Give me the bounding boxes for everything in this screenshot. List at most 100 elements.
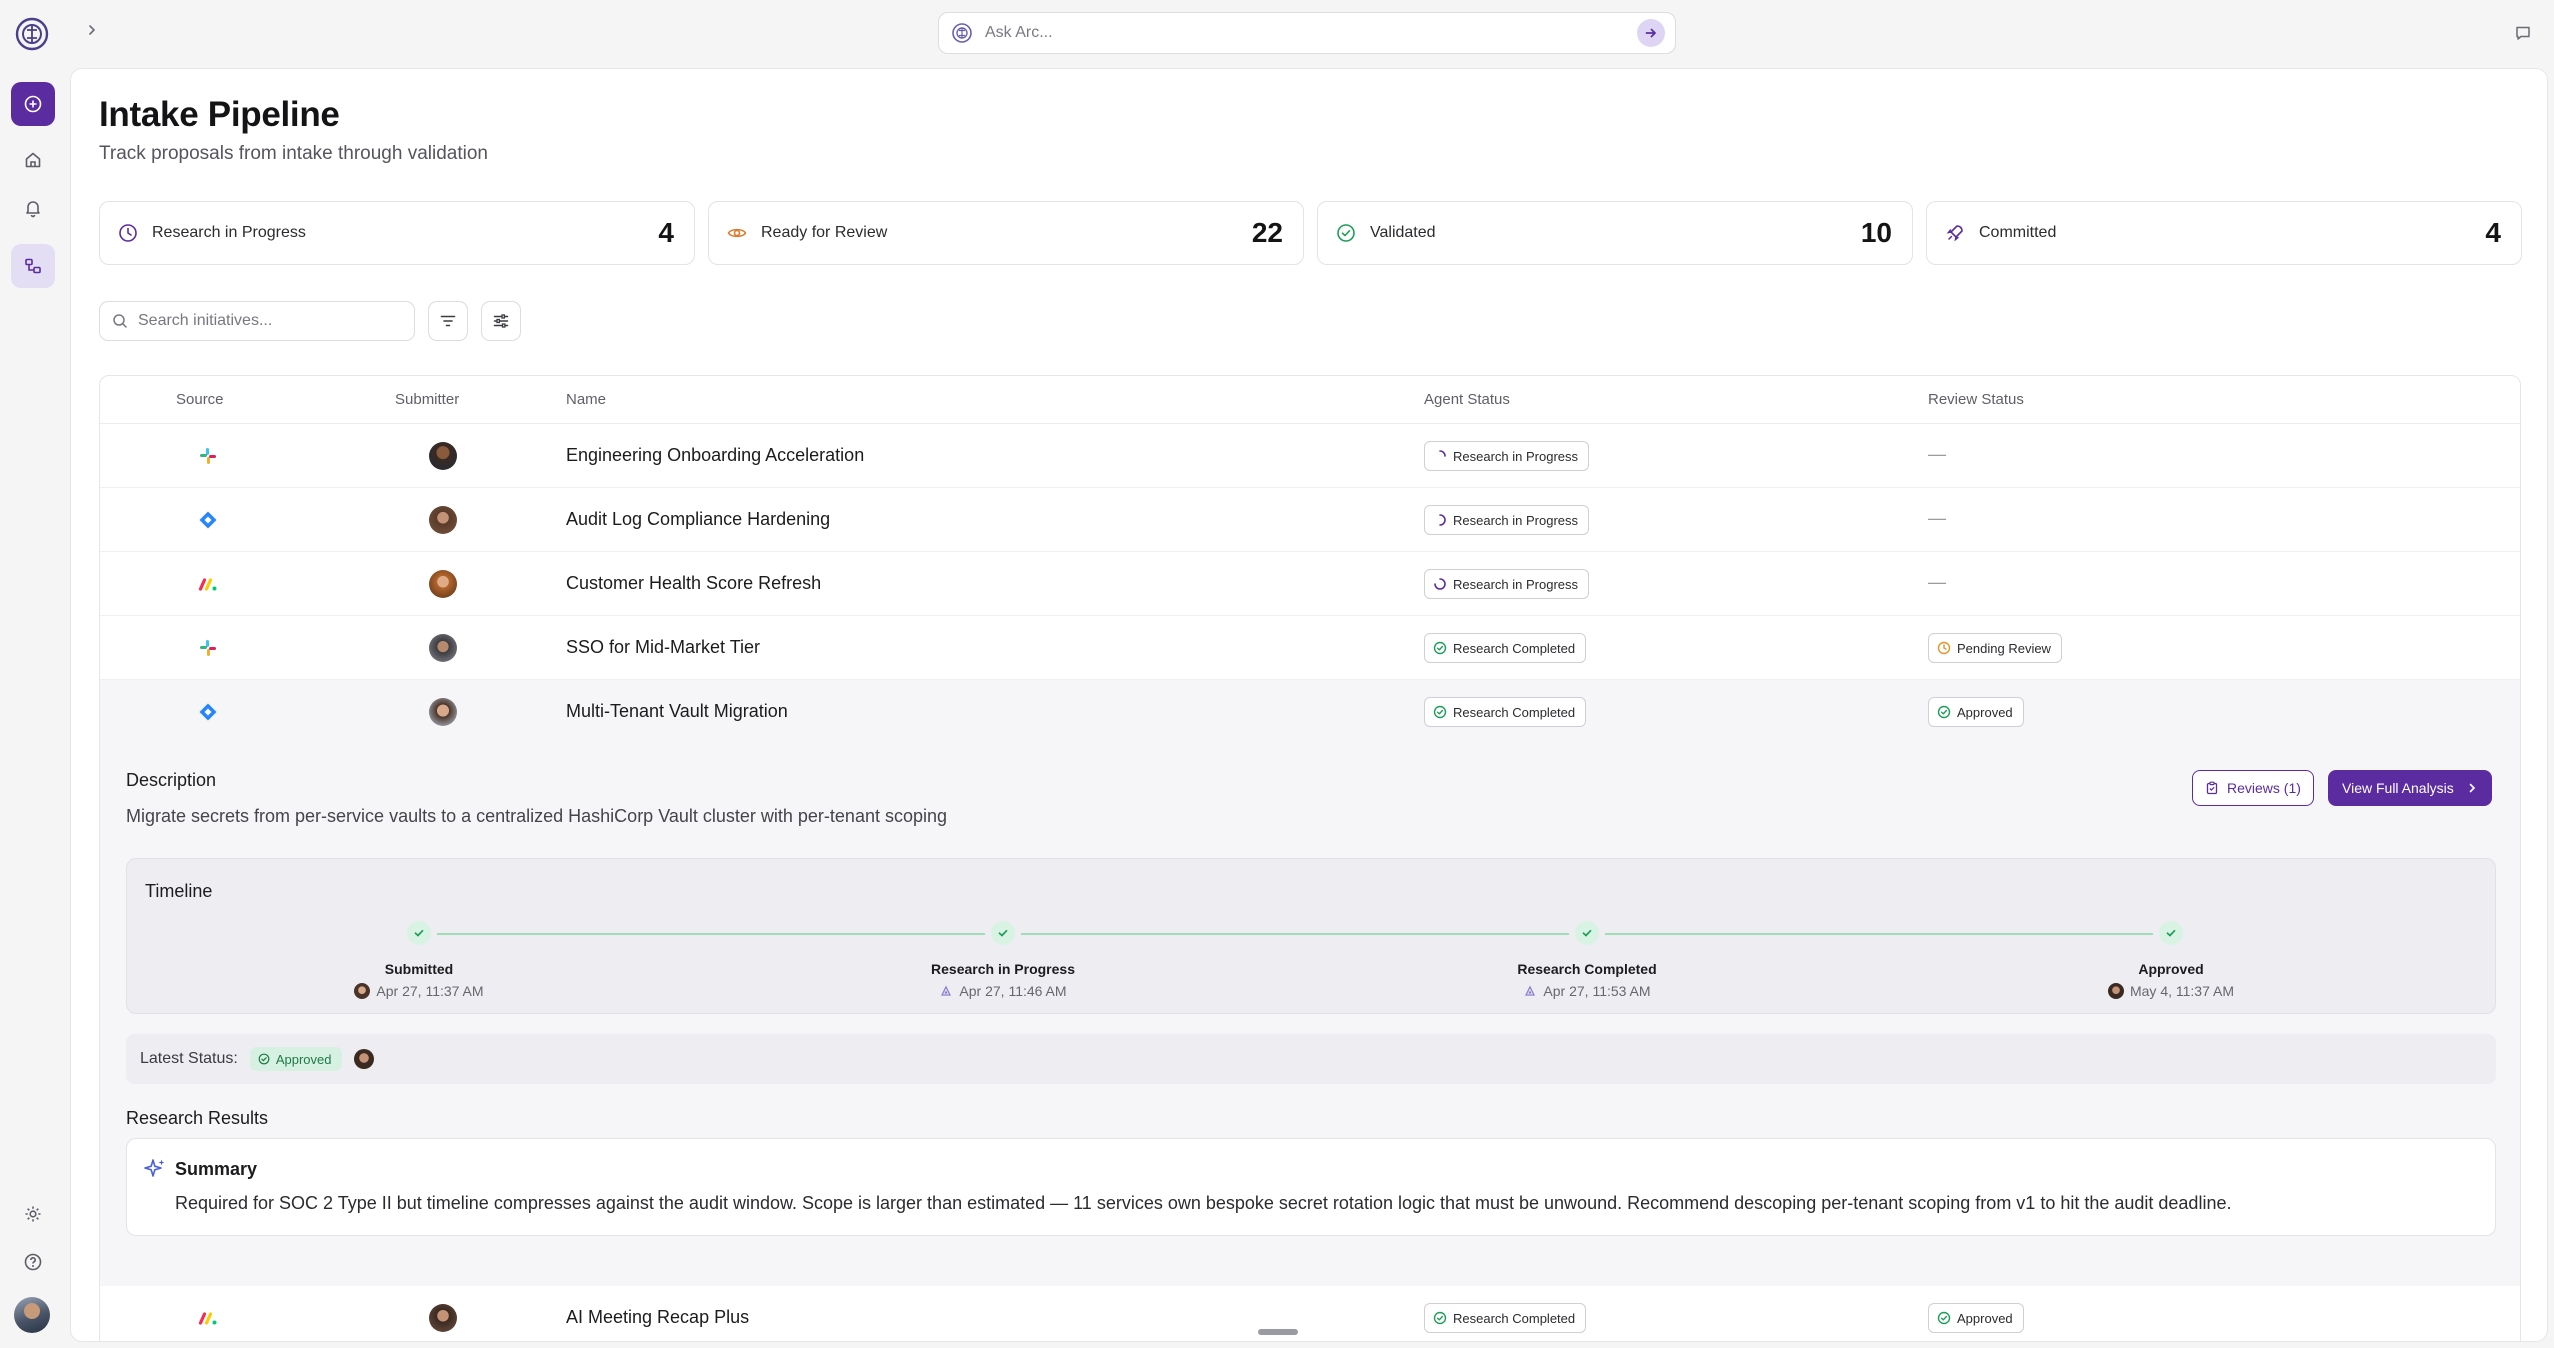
initiative-name: Multi-Tenant Vault Migration bbox=[566, 701, 788, 721]
left-rail bbox=[0, 0, 68, 1348]
eye-icon bbox=[725, 221, 749, 245]
pipeline-icon bbox=[25, 258, 41, 274]
nav-home[interactable] bbox=[11, 138, 55, 182]
timeline-connector bbox=[1605, 933, 2153, 935]
initiative-name: Audit Log Compliance Hardening bbox=[566, 509, 831, 529]
timeline-card: Timeline Submitted Research in Progress … bbox=[126, 858, 2496, 1014]
new-button[interactable] bbox=[11, 82, 55, 126]
search-input[interactable] bbox=[138, 312, 402, 330]
monday-icon bbox=[198, 1312, 217, 1325]
submitter-avatar bbox=[429, 698, 457, 726]
timeline-node-check bbox=[2159, 921, 2183, 945]
summary-text: Required for SOC 2 Type II but timeline … bbox=[175, 1193, 2232, 1213]
agent-status-badge: Research Completed bbox=[1424, 697, 1587, 727]
check-circle-icon bbox=[1937, 1311, 1951, 1325]
badge-label: Research Completed bbox=[1453, 640, 1576, 656]
jira-icon bbox=[199, 703, 217, 721]
table-row[interactable]: AI Meeting Recap Plus Research Completed… bbox=[100, 1286, 2520, 1341]
agent-icon bbox=[941, 985, 952, 996]
arrow-right-icon bbox=[1645, 28, 1656, 38]
view-settings-button[interactable] bbox=[481, 301, 521, 341]
nav-settings[interactable] bbox=[11, 1192, 55, 1236]
column-name[interactable]: Name bbox=[566, 391, 606, 408]
page-title: Intake Pipeline bbox=[99, 95, 340, 134]
timeline-time: Apr 27, 11:46 AM bbox=[959, 983, 1067, 999]
initiative-name: Engineering Onboarding Acceleration bbox=[566, 445, 865, 465]
column-source[interactable]: Source bbox=[176, 391, 224, 408]
arc-logo-icon bbox=[952, 23, 972, 43]
submitter-avatar bbox=[429, 634, 457, 662]
spinner-icon bbox=[1433, 577, 1447, 591]
submitter-avatar bbox=[429, 1304, 457, 1332]
slack-icon bbox=[200, 640, 216, 656]
slack-icon bbox=[200, 448, 216, 464]
reviews-button[interactable]: Reviews (1) bbox=[2192, 770, 2314, 806]
badge-label: Research in Progress bbox=[1453, 576, 1578, 592]
actor-avatar bbox=[2107, 983, 2124, 999]
rocket-icon bbox=[1943, 221, 1967, 245]
help-icon bbox=[24, 1253, 42, 1271]
view-full-analysis-button[interactable]: View Full Analysis bbox=[2328, 770, 2492, 806]
reviewer-avatar bbox=[353, 1049, 374, 1069]
timeline-connector bbox=[1021, 933, 1569, 935]
stat-value: 4 bbox=[2485, 217, 2501, 248]
nav-help[interactable] bbox=[11, 1240, 55, 1284]
reviews-label: Reviews (1) bbox=[2227, 780, 2301, 796]
arc-logo[interactable] bbox=[14, 16, 50, 52]
table-row[interactable]: Engineering Onboarding Acceleration Rese… bbox=[100, 424, 2520, 488]
scroll-handle[interactable] bbox=[1258, 1329, 1298, 1335]
initiative-name: Customer Health Score Refresh bbox=[566, 573, 822, 593]
ask-arc-input[interactable] bbox=[985, 24, 1637, 42]
stat-card-review[interactable]: Ready for Review 22 bbox=[708, 201, 1304, 265]
timeline-step-meta: Apr 27, 11:37 AM bbox=[269, 983, 569, 999]
timeline-title: Timeline bbox=[145, 881, 213, 901]
stat-card-validated[interactable]: Validated 10 bbox=[1317, 201, 1913, 265]
submitter-avatar bbox=[429, 570, 457, 598]
stat-label: Ready for Review bbox=[761, 224, 888, 241]
search-box[interactable] bbox=[99, 301, 415, 341]
stat-card-committed[interactable]: Committed 4 bbox=[1926, 201, 2522, 265]
timeline-time: Apr 27, 11:53 AM bbox=[1543, 983, 1651, 999]
review-status-empty: — bbox=[1928, 572, 1946, 592]
badge-label: Approved bbox=[1957, 704, 2013, 720]
check-circle-icon bbox=[1433, 1311, 1447, 1325]
user-avatar[interactable] bbox=[14, 1297, 50, 1333]
nav-notifications[interactable] bbox=[11, 186, 55, 230]
stat-value: 10 bbox=[1860, 217, 1892, 248]
latest-status-bar: Latest Status: Approved bbox=[126, 1034, 2496, 1084]
timeline-time: Apr 27, 11:37 AM bbox=[376, 983, 484, 999]
agent-status-badge: Research in Progress bbox=[1424, 505, 1589, 535]
main-panel: Intake Pipeline Track proposals from int… bbox=[70, 68, 2548, 1342]
spinner-icon bbox=[1433, 449, 1447, 463]
review-status-badge: Approved bbox=[1928, 1303, 2024, 1333]
badge-label: Pending Review bbox=[1957, 640, 2051, 656]
chat-button[interactable] bbox=[2510, 20, 2536, 46]
ask-arc-bar[interactable] bbox=[938, 12, 1676, 54]
column-review-status[interactable]: Review Status bbox=[1928, 391, 2024, 408]
review-status-badge: Approved bbox=[1928, 697, 2024, 727]
nav-pipeline[interactable] bbox=[11, 244, 55, 288]
stat-label: Committed bbox=[1979, 224, 2057, 241]
column-agent-status[interactable]: Agent Status bbox=[1424, 391, 1510, 408]
plus-circle-icon bbox=[24, 95, 42, 113]
timeline-connector bbox=[437, 933, 985, 935]
chevron-right-icon bbox=[89, 25, 96, 35]
table-row[interactable]: SSO for Mid-Market Tier Research Complet… bbox=[100, 616, 2520, 680]
review-status-empty: — bbox=[1928, 508, 1946, 528]
timeline-node-check bbox=[991, 921, 1015, 945]
table-row-expanded[interactable]: Multi-Tenant Vault Migration Research Co… bbox=[100, 680, 2520, 744]
filter-button[interactable] bbox=[428, 301, 468, 341]
ask-send-button[interactable] bbox=[1637, 19, 1665, 47]
table-row[interactable]: Audit Log Compliance Hardening Research … bbox=[100, 488, 2520, 552]
check-circle-icon bbox=[1433, 705, 1447, 719]
stat-card-research[interactable]: Research in Progress 4 bbox=[99, 201, 695, 265]
column-submitter[interactable]: Submitter bbox=[395, 391, 459, 408]
timeline-step-meta: Apr 27, 11:53 AM bbox=[1437, 983, 1737, 999]
table-row[interactable]: Customer Health Score Refresh Research i… bbox=[100, 552, 2520, 616]
research-results-title: Research Results bbox=[126, 1108, 269, 1128]
search-icon bbox=[113, 314, 127, 328]
expand-sidebar-button[interactable] bbox=[80, 18, 104, 42]
badge-label: Research in Progress bbox=[1453, 448, 1578, 464]
agent-status-badge: Research Completed bbox=[1424, 633, 1587, 663]
stat-label: Research in Progress bbox=[152, 224, 306, 241]
